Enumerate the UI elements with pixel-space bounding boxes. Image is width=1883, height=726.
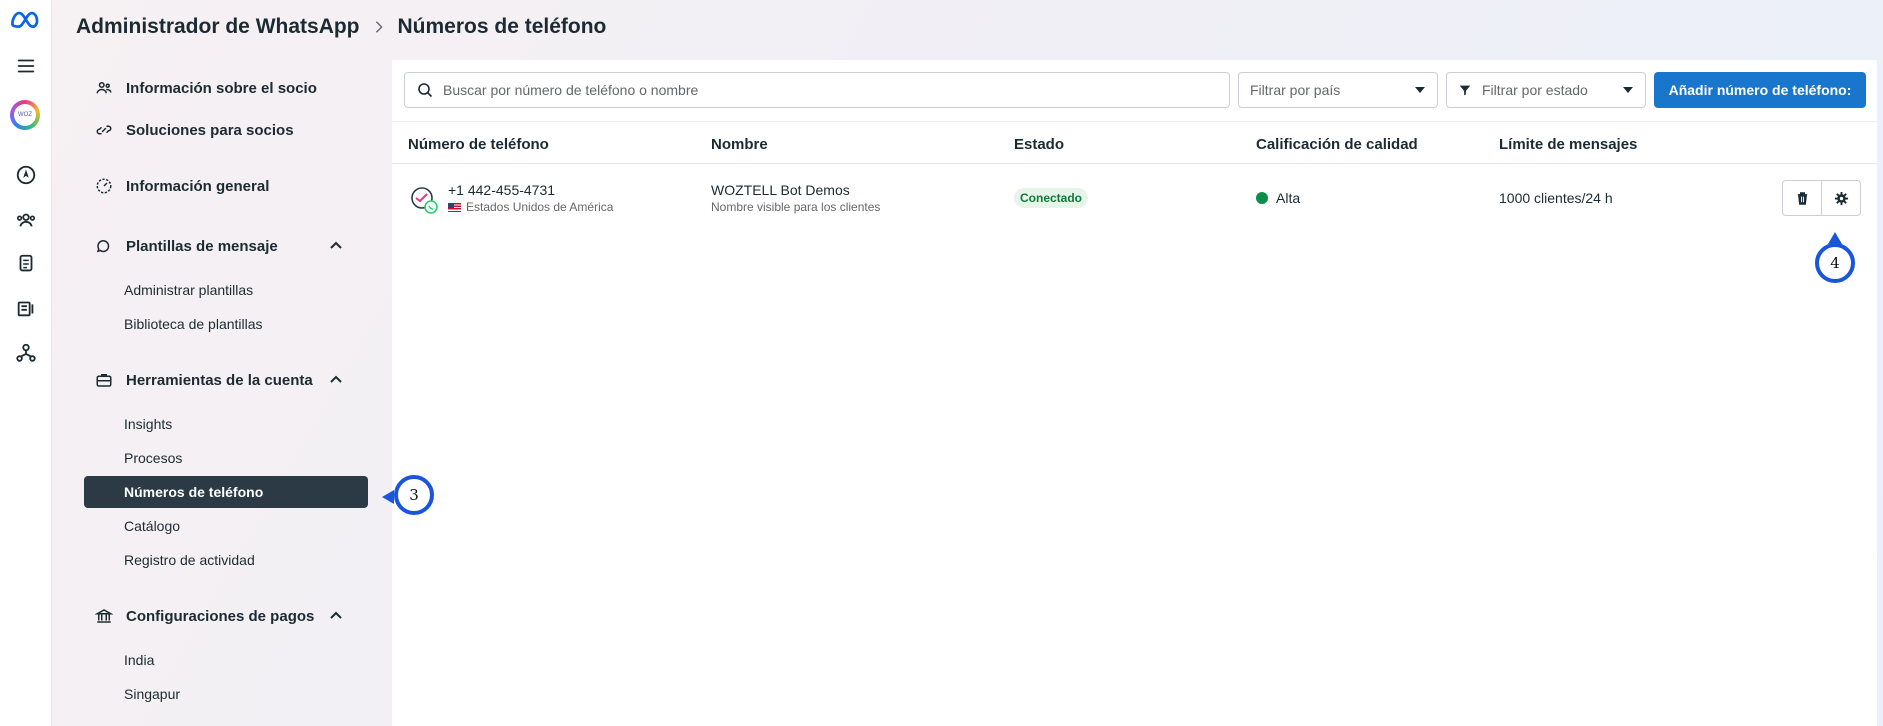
menu-icon[interactable] — [13, 53, 39, 79]
business-avatar-inner: WOZ — [14, 104, 36, 126]
breadcrumb: Administrador de WhatsApp Números de tel… — [76, 12, 606, 42]
us-flag-icon — [448, 202, 461, 212]
column-header-quality[interactable]: Calificación de calidad — [1256, 136, 1418, 153]
quality-rating: Alta — [1256, 190, 1300, 206]
search-box[interactable] — [404, 72, 1230, 108]
sidebar-sub-manage-templates[interactable]: Administrar plantillas — [84, 274, 368, 306]
country-filter-label: Filtrar por país — [1250, 82, 1341, 98]
sidebar-item-label: Información general — [126, 177, 270, 195]
sidebar-item-message-templates[interactable]: Plantillas de mensaje — [84, 230, 368, 262]
column-header-name[interactable]: Nombre — [711, 136, 768, 153]
meta-logo[interactable] — [8, 6, 44, 32]
sidebar-sub-processes[interactable]: Procesos — [84, 442, 368, 474]
trash-icon — [1797, 191, 1807, 205]
sidebar-item-label: Soluciones para socios — [126, 121, 294, 139]
status-filter-select[interactable]: Filtrar por estado — [1446, 72, 1646, 108]
main-panel: Filtrar por país Filtrar por estado Añad… — [392, 60, 1877, 726]
chevron-up-icon[interactable] — [328, 372, 344, 388]
country-filter-select[interactable]: Filtrar por país — [1238, 72, 1438, 108]
sidebar-sub-activity-log[interactable]: Registro de actividad — [84, 544, 368, 576]
sidebar-sub-insights[interactable]: Insights — [84, 408, 368, 440]
bank-icon — [94, 606, 114, 626]
add-phone-number-button[interactable]: Añadir número de teléfono: — [1654, 72, 1866, 108]
network-icon[interactable] — [13, 340, 39, 366]
link-icon — [94, 120, 114, 140]
table-header-divider — [392, 163, 1877, 164]
sidebar-sub-phone-numbers[interactable]: Números de teléfono — [84, 476, 368, 508]
column-header-phone[interactable]: Número de teléfono — [408, 136, 549, 153]
settings-button[interactable] — [1821, 180, 1861, 216]
sidebar-item-label: Configuraciones de pagos — [126, 607, 315, 625]
partner-icon — [94, 78, 114, 98]
sidebar-item-label: Información sobre el socio — [126, 79, 317, 97]
message-limit: 1000 clientes/24 h — [1499, 190, 1613, 206]
status-badge: Conectado — [1014, 188, 1089, 208]
sidebar-sub-catalog[interactable]: Catálogo — [84, 510, 368, 542]
filter-icon — [1459, 85, 1471, 96]
sidebar-item-label: Herramientas de la cuenta — [126, 371, 313, 389]
caret-down-icon — [1623, 87, 1633, 93]
phone-country: Estados Unidos de América — [448, 200, 613, 214]
left-rail: WOZ — [0, 0, 52, 726]
documents-icon[interactable] — [13, 251, 39, 277]
step-marker-3: 3 — [382, 475, 434, 515]
sidebar-item-partner-info[interactable]: Información sobre el socio — [84, 72, 368, 104]
whatsapp-profile-avatar-icon — [411, 187, 438, 214]
billing-icon[interactable] — [13, 295, 39, 321]
search-icon — [418, 83, 433, 98]
chevron-up-icon[interactable] — [328, 608, 344, 624]
phone-country-label: Estados Unidos de América — [466, 200, 614, 214]
chat-icon — [94, 236, 114, 256]
people-icon[interactable] — [13, 207, 39, 233]
chevron-up-icon[interactable] — [328, 238, 344, 254]
sidebar-item-partner-solutions[interactable]: Soluciones para socios — [84, 114, 368, 146]
display-name: WOZTELL Bot Demos — [711, 182, 850, 198]
sidebar-sub-singapore[interactable]: Singapur — [84, 678, 368, 710]
caret-down-icon — [1415, 87, 1425, 93]
column-header-status[interactable]: Estado — [1014, 136, 1064, 153]
toolbar: Filtrar por país Filtrar por estado Añad… — [392, 60, 1877, 122]
page-title: Números de teléfono — [397, 15, 607, 38]
sidebar-item-label: Plantillas de mensaje — [126, 237, 278, 255]
sidebar-sub-india[interactable]: India — [84, 644, 368, 676]
sidebar-item-overview[interactable]: Información general — [84, 170, 368, 202]
status-filter-label: Filtrar por estado — [1482, 82, 1588, 98]
breadcrumb-app-title[interactable]: Administrador de WhatsApp — [76, 15, 360, 39]
search-input[interactable] — [443, 82, 1223, 98]
sidebar-item-payment-settings[interactable]: Configuraciones de pagos — [84, 600, 368, 632]
gear-icon — [1834, 191, 1848, 205]
delete-button[interactable] — [1782, 180, 1822, 216]
sidebar-item-account-tools[interactable]: Herramientas de la cuenta — [84, 364, 368, 396]
compass-icon[interactable] — [13, 162, 39, 188]
gauge-icon — [94, 176, 114, 196]
step-marker-4: 4 — [1815, 232, 1855, 283]
sidebar-sub-template-library[interactable]: Biblioteca de plantillas — [84, 308, 368, 340]
display-name-hint: Nombre visible para los clientes — [711, 200, 881, 214]
briefcase-icon — [94, 370, 114, 390]
chevron-right-icon — [372, 20, 386, 34]
quality-label: Alta — [1276, 190, 1301, 206]
business-avatar[interactable]: WOZ — [10, 100, 40, 130]
column-header-limit[interactable]: Límite de mensajes — [1499, 136, 1637, 153]
quality-dot-icon — [1256, 192, 1268, 204]
phone-number: +1 442-455-4731 — [448, 182, 556, 198]
